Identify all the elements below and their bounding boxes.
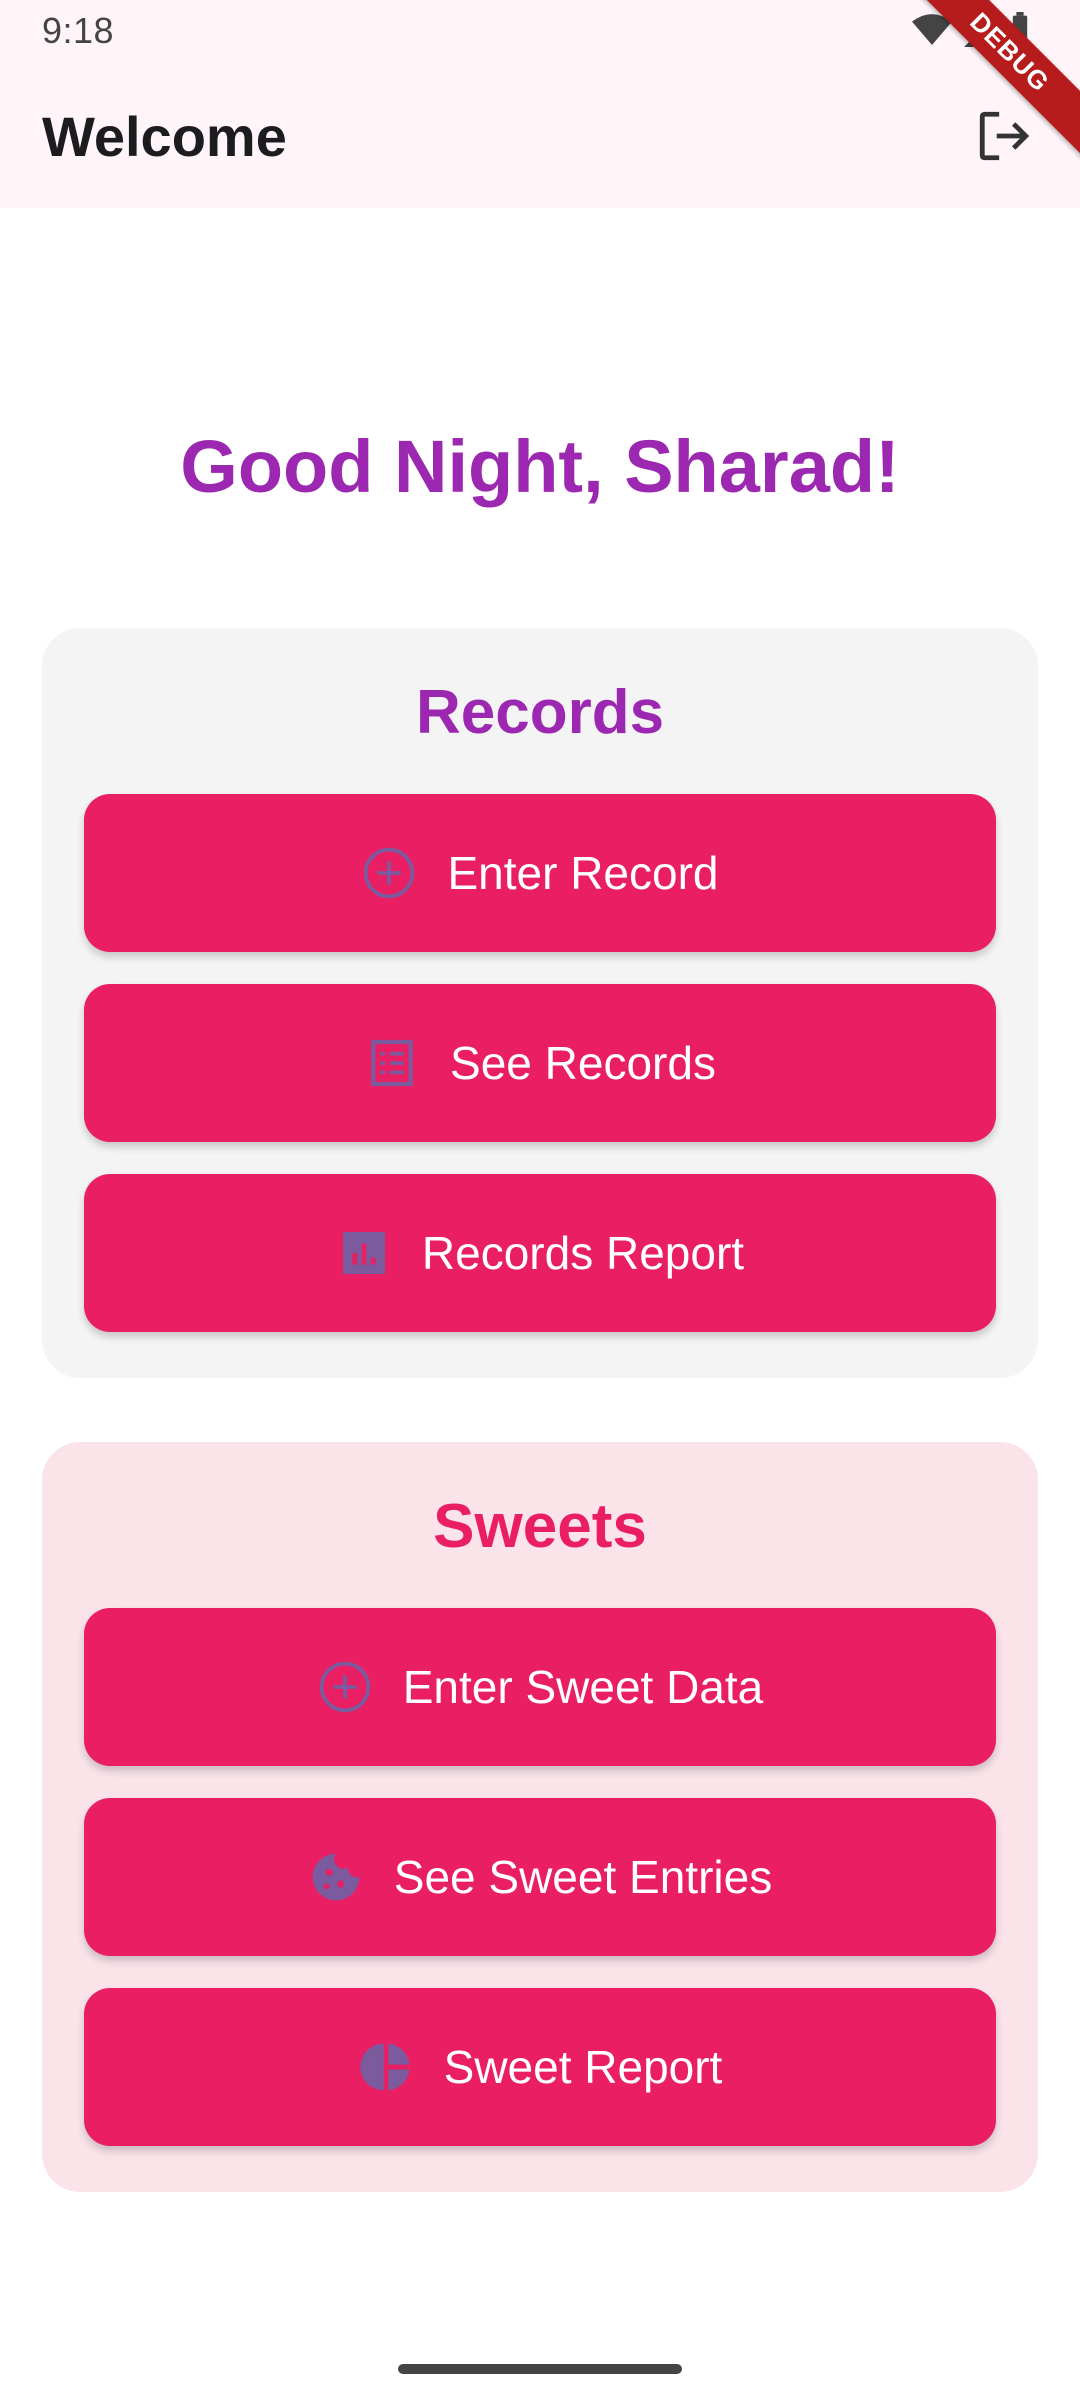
greeting-heading: Good Night, Sharad! xyxy=(180,425,900,508)
sweet-report-button[interactable]: Sweet Report xyxy=(84,1988,996,2146)
page-title: Welcome xyxy=(42,105,287,168)
records-section: Records Enter Record See Records Records… xyxy=(42,628,1038,1378)
records-report-button[interactable]: Records Report xyxy=(84,1174,996,1332)
add-circle-icon xyxy=(361,845,417,901)
enter-record-label: Enter Record xyxy=(447,847,719,899)
see-records-button[interactable]: See Records xyxy=(84,984,996,1142)
enter-sweet-data-button[interactable]: Enter Sweet Data xyxy=(84,1608,996,1766)
status-time: 9:18 xyxy=(42,10,115,51)
see-sweet-entries-button[interactable]: See Sweet Entries xyxy=(84,1798,996,1956)
records-section-title: Records xyxy=(415,678,665,747)
logout-button[interactable] xyxy=(964,96,1044,176)
sweet-report-label: Sweet Report xyxy=(443,2041,723,2093)
home-indicator[interactable] xyxy=(398,2364,682,2374)
cookie-icon xyxy=(308,1849,364,1905)
add-circle-icon xyxy=(317,1659,373,1715)
bar-chart-icon xyxy=(336,1225,392,1281)
enter-sweet-data-label: Enter Sweet Data xyxy=(402,1661,764,1713)
sweets-section: Sweets Enter Sweet Data See Sweet Entrie… xyxy=(42,1442,1038,2192)
records-report-label: Records Report xyxy=(421,1227,745,1279)
enter-record-button[interactable]: Enter Record xyxy=(84,794,996,952)
sweets-section-title: Sweets xyxy=(433,1492,647,1561)
see-sweet-entries-label: See Sweet Entries xyxy=(393,1851,773,1903)
app-bar: 9:18 Welcome DEBUG xyxy=(0,0,1080,208)
logout-icon xyxy=(979,111,1030,161)
list-document-icon xyxy=(364,1035,420,1091)
see-records-label: See Records xyxy=(450,1037,716,1089)
pie-chart-icon xyxy=(358,2039,414,2095)
